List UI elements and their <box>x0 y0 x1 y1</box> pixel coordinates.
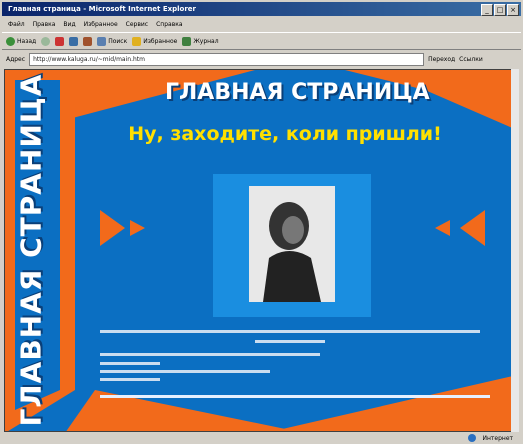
vertical-page-title: ГЛАВНАЯ СТРАНИЦА <box>14 73 48 427</box>
search-button[interactable]: Поиск <box>97 36 127 46</box>
address-bar: Адрес http://www.kaluga.ru/~mid/main.htm… <box>2 52 521 66</box>
portrait-photo <box>249 186 335 302</box>
links-button[interactable]: Ссылки <box>459 56 483 63</box>
history-icon <box>182 36 192 46</box>
star-icon <box>132 36 142 46</box>
menu-view[interactable]: Вид <box>63 21 75 28</box>
browser-window: Главная страница - Microsoft Internet Ex… <box>0 0 523 444</box>
body-text-line-6 <box>100 378 160 381</box>
page-banner: ГЛАВНАЯ СТРАНИЦА <box>165 80 430 105</box>
menu-bar: Файл Правка Вид Избранное Сервис Справка <box>2 18 523 30</box>
refresh-button[interactable] <box>69 36 79 46</box>
menu-favorites[interactable]: Избранное <box>84 21 118 28</box>
forward-button[interactable] <box>41 36 51 46</box>
menu-file[interactable]: Файл <box>8 21 25 28</box>
vertical-scrollbar[interactable] <box>511 69 519 432</box>
close-button[interactable]: × <box>507 4 519 16</box>
back-arrow-icon <box>6 36 15 46</box>
window-controls: _ □ × <box>481 4 519 16</box>
search-icon <box>97 36 107 46</box>
window-title: Главная страница - Microsoft Internet Ex… <box>8 5 197 13</box>
menu-tools[interactable]: Сервис <box>126 21 148 28</box>
body-text-line-5 <box>100 370 270 373</box>
left-arrow-big <box>100 210 125 246</box>
right-arrow-big <box>460 210 485 246</box>
footer-text <box>100 395 490 398</box>
orange-shape-bottom-right <box>273 375 515 431</box>
status-zone: Интернет <box>482 434 513 442</box>
back-button[interactable]: Назад <box>6 36 36 46</box>
history-button[interactable]: Журнал <box>182 36 219 46</box>
stop-icon <box>55 36 65 46</box>
left-arrow-small <box>130 220 145 236</box>
body-text-line-2 <box>255 340 325 343</box>
go-button[interactable]: Переход <box>428 56 455 63</box>
minimize-button[interactable]: _ <box>481 4 493 16</box>
status-bar: Интернет <box>2 432 521 444</box>
greeting-heading: Ну, заходите, коли пришли! <box>128 123 442 145</box>
forward-arrow-icon <box>41 36 51 46</box>
maximize-button[interactable]: □ <box>494 4 506 16</box>
menu-edit[interactable]: Правка <box>33 21 56 28</box>
address-label: Адрес <box>6 55 26 63</box>
stop-button[interactable] <box>55 36 65 46</box>
body-text-line-3 <box>100 353 320 356</box>
refresh-icon <box>69 36 79 46</box>
home-icon <box>83 36 93 46</box>
body-text-line-1 <box>100 330 480 333</box>
favorites-button[interactable]: Избранное <box>132 36 177 46</box>
internet-zone-icon <box>468 434 477 442</box>
address-input[interactable]: http://www.kaluga.ru/~mid/main.htm <box>29 52 425 66</box>
portrait-image <box>249 186 335 302</box>
page-viewport: ГЛАВНАЯ СТРАНИЦА ГЛАВНАЯ СТРАНИЦА Ну, за… <box>4 69 516 432</box>
body-text-line-4 <box>100 362 160 365</box>
home-button[interactable] <box>83 36 93 46</box>
menu-help[interactable]: Справка <box>156 21 182 28</box>
right-arrow-small <box>435 220 450 236</box>
toolbar: Назад Поиск Избранное Журнал <box>2 32 521 50</box>
title-bar: Главная страница - Microsoft Internet Ex… <box>2 2 521 16</box>
